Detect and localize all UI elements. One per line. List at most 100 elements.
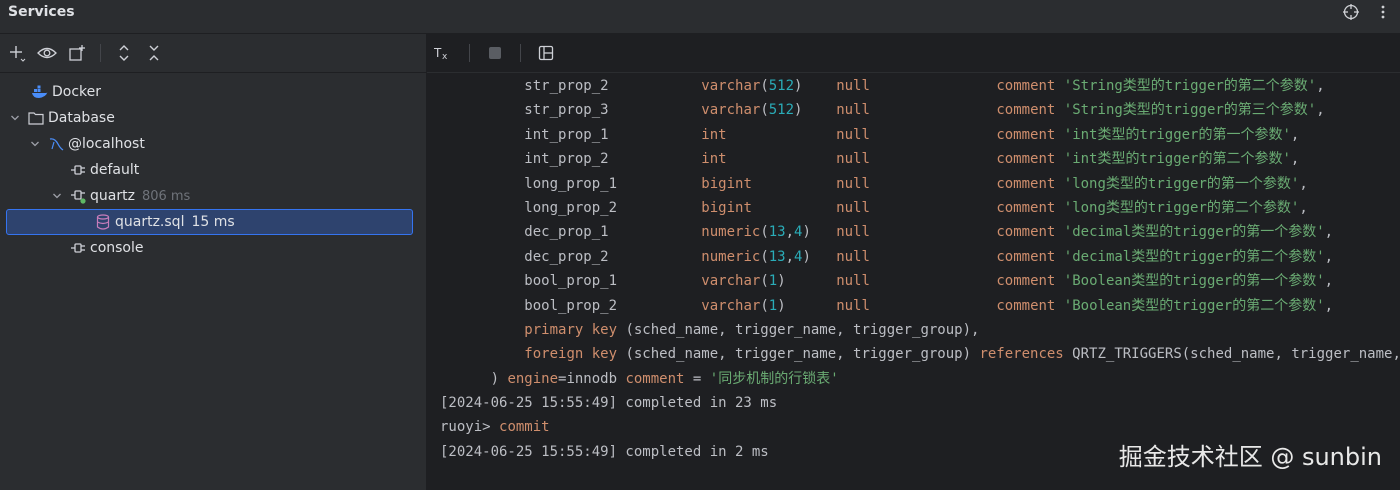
mysql-icon: [48, 136, 64, 152]
code-token: 13: [768, 224, 786, 241]
chevron-down-icon[interactable]: [50, 189, 64, 203]
tx-mode-icon[interactable]: Tx: [433, 42, 455, 64]
code-token: ): [440, 370, 508, 387]
expand-all-icon[interactable]: [113, 42, 135, 64]
tree-item-quartz-sql[interactable]: quartz.sql 15 ms: [6, 209, 413, 235]
code-token: comment: [996, 151, 1064, 168]
svg-text:T: T: [434, 46, 442, 60]
code-token: (: [760, 78, 769, 94]
collapse-all-icon[interactable]: [143, 42, 165, 64]
code-token: primary key: [524, 321, 618, 338]
code-token: str_prop_2: [440, 78, 702, 94]
code-token: null: [836, 297, 870, 314]
tree-item-console[interactable]: console: [6, 235, 413, 261]
code-token: comment: [996, 297, 1064, 314]
code-token: comment: [996, 248, 1064, 265]
code-token: null: [836, 248, 870, 265]
code-token: null: [836, 102, 870, 119]
code-token: =innodb: [558, 370, 626, 387]
code-token: 'decimal类型的trigger的第一个参数': [1063, 224, 1325, 241]
code-token: null: [836, 151, 870, 168]
execution-time: 806 ms: [141, 188, 191, 204]
code-token: comment: [996, 126, 1064, 143]
layout-icon[interactable]: [535, 42, 557, 64]
code-token: varchar: [701, 102, 761, 119]
code-token: ): [777, 297, 837, 314]
tree-item-label: quartz.sql: [115, 214, 185, 230]
code-token: ,: [1290, 151, 1300, 168]
tree-item-label: @localhost: [68, 136, 145, 152]
session-icon: [70, 240, 86, 256]
crosshair-icon[interactable]: [1342, 3, 1360, 21]
code-token: comment: [996, 175, 1064, 192]
stop-icon[interactable]: [484, 42, 506, 64]
new-group-icon[interactable]: [66, 42, 88, 64]
code-token: 'String类型的trigger的第三个参数': [1063, 102, 1317, 119]
code-token: (: [760, 248, 769, 265]
code-token: 1: [768, 273, 778, 290]
code-token: =: [684, 370, 710, 387]
code-token: comment: [996, 273, 1064, 290]
execution-time: 15 ms: [191, 214, 235, 230]
code-token: bool_prop_1: [440, 273, 702, 290]
more-vertical-icon[interactable]: [1374, 3, 1392, 21]
code-line: long_prop_1 bigint null comment 'long类型的…: [440, 172, 1400, 196]
services-tree-panel: Docker Database @localhost default quart…: [0, 34, 427, 490]
code-token: ,: [1290, 126, 1300, 143]
code-token: QRTZ_TRIGGERS(sched_name, trigger_name, …: [1072, 346, 1400, 363]
code-token: 13: [768, 248, 786, 265]
code-token: ruoyi>: [440, 419, 500, 436]
code-token: comment: [625, 370, 685, 387]
code-token: ,: [1316, 102, 1325, 119]
code-token: 'long类型的trigger的第一个参数': [1063, 175, 1300, 192]
code-token: foreign key: [524, 346, 618, 363]
code-token: null: [836, 224, 870, 241]
services-title-bar: Services: [0, 0, 1400, 34]
code-token: ): [794, 102, 837, 119]
console-output[interactable]: str_prop_2 varchar(512) null comment 'St…: [440, 74, 1400, 464]
tree-item-docker[interactable]: Docker: [6, 79, 413, 105]
tree-item-localhost[interactable]: @localhost: [6, 131, 413, 157]
code-token: 'Boolean类型的trigger的第一个参数': [1063, 273, 1325, 290]
code-token: ,: [785, 248, 795, 265]
add-icon[interactable]: [6, 42, 28, 64]
toolbar-separator: [469, 44, 470, 62]
tree-item-quartz[interactable]: quartz 806 ms: [6, 183, 413, 209]
code-token: [2024-06-25 15:55:49] completed in 2 ms: [440, 443, 769, 460]
toolbar-separator: [520, 44, 521, 62]
code-token: ): [802, 224, 837, 241]
code-line: primary key (sched_name, trigger_name, t…: [440, 318, 1400, 342]
tree-item-database[interactable]: Database: [6, 105, 413, 131]
code-token: (sched_name, trigger_name, trigger_group…: [617, 321, 980, 338]
code-token: ,: [1324, 224, 1334, 241]
code-token: 'Boolean类型的trigger的第二个参数': [1063, 297, 1325, 314]
code-token: bigint: [701, 199, 752, 216]
code-line: long_prop_2 bigint null comment 'long类型的…: [440, 196, 1400, 220]
tree-item-default[interactable]: default: [6, 157, 413, 183]
output-toolbar: Tx: [427, 34, 1400, 73]
code-token: ,: [785, 224, 795, 241]
chevron-down-icon[interactable]: [28, 137, 42, 151]
code-token: commit: [499, 419, 550, 436]
code-token: ): [777, 273, 837, 290]
code-token: comment: [996, 199, 1064, 216]
code-line: int_prop_1 int null comment 'int类型的trigg…: [440, 123, 1400, 147]
eye-icon[interactable]: [36, 42, 58, 64]
window-title: Services: [8, 4, 75, 20]
docker-icon: [32, 84, 48, 100]
svg-text:x: x: [442, 52, 448, 61]
code-token: int: [701, 126, 727, 143]
code-token: bool_prop_2: [440, 297, 702, 314]
code-token: numeric: [701, 248, 761, 265]
code-token: (: [760, 224, 769, 241]
code-token: dec_prop_1: [440, 224, 702, 241]
folder-icon: [28, 110, 44, 126]
chevron-down-icon[interactable]: [8, 111, 22, 125]
